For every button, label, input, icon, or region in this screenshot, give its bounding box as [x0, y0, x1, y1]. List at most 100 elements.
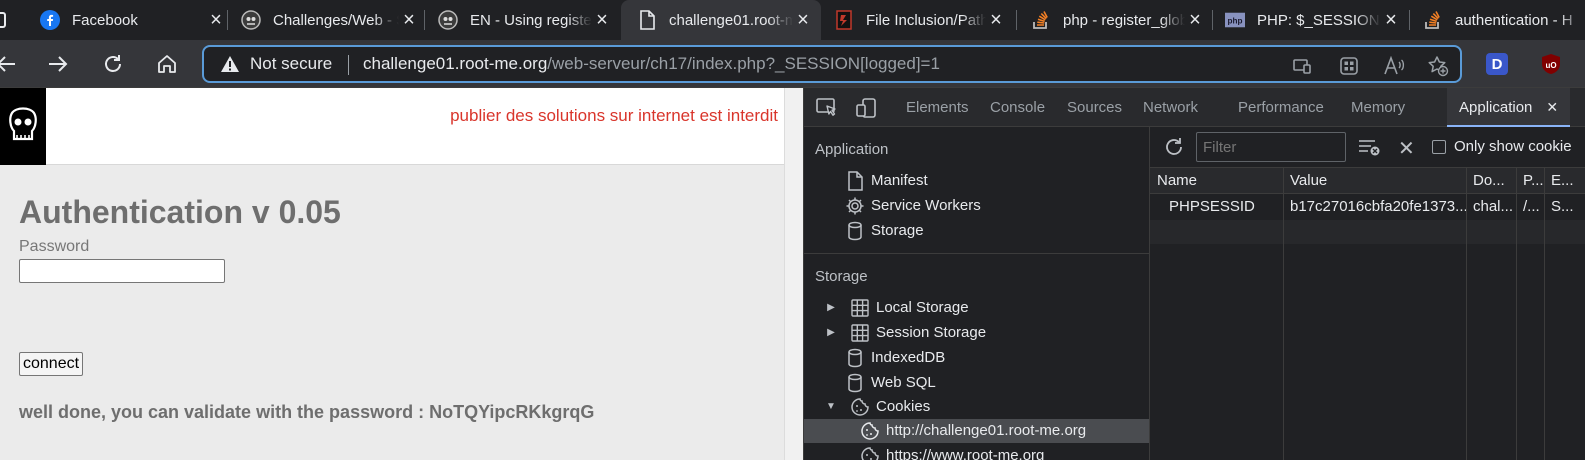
- tab-challenges-web[interactable]: Challenges/Web - S ×: [241, 0, 419, 40]
- only-show-cookies-checkbox[interactable]: Only show cookie: [1432, 138, 1572, 155]
- sidebar-item-manifest[interactable]: Manifest: [845, 168, 928, 193]
- warning-icon[interactable]: [220, 55, 240, 78]
- tab-close-icon[interactable]: ×: [592, 10, 612, 30]
- security-label[interactable]: Not secure: [250, 54, 332, 74]
- password-field[interactable]: [19, 259, 225, 283]
- rootme-icon: [438, 10, 458, 30]
- sidebar-header-application: Application: [815, 141, 889, 158]
- table-empty-row: [1150, 220, 1585, 244]
- sidebar-item-label: Web SQL: [871, 374, 936, 391]
- sidebar-item-local-storage[interactable]: ▶ Local Storage: [824, 295, 969, 320]
- tab-close-icon[interactable]: ×: [1381, 10, 1401, 30]
- sidebar-item-web-sql[interactable]: Web SQL: [845, 370, 936, 395]
- expand-arrow-icon[interactable]: ▶: [824, 302, 838, 313]
- sidebar-item-cookies[interactable]: ▼ Cookies: [824, 394, 930, 419]
- tab-separator: [1016, 10, 1017, 30]
- profile-extension-icon[interactable]: D: [1486, 53, 1508, 75]
- tab-close-icon[interactable]: ×: [1185, 10, 1205, 30]
- expand-arrow-icon[interactable]: ▶: [824, 327, 838, 338]
- gear-icon: [845, 196, 865, 216]
- stackoverflow-icon: [1031, 10, 1051, 30]
- devtools-tab-sources[interactable]: Sources: [1067, 99, 1122, 116]
- ublock-icon[interactable]: uO: [1540, 53, 1562, 80]
- tab-close-icon[interactable]: ×: [986, 10, 1006, 30]
- tab-authentication[interactable]: authentication - H: [1423, 0, 1585, 40]
- column-header-value[interactable]: Value: [1283, 168, 1466, 194]
- sidebar-item-indexeddb[interactable]: IndexedDB: [845, 345, 945, 370]
- tab-php-session[interactable]: php PHP: $_SESSION - M ×: [1225, 0, 1401, 40]
- collapse-arrow-icon[interactable]: ▼: [824, 401, 838, 412]
- tab-close-icon[interactable]: ×: [399, 10, 419, 30]
- devtools-tab-network[interactable]: Network: [1143, 99, 1198, 116]
- devtools-tab-performance[interactable]: Performance: [1238, 99, 1324, 116]
- document-icon: [845, 170, 865, 191]
- warning-banner: publier des solutions sur internet est i…: [450, 106, 778, 125]
- address-bar[interactable]: Not secure challenge01.root-me.org/web-s…: [202, 45, 1462, 83]
- sidebar-item-label: Manifest: [871, 172, 928, 189]
- sidebar-item-cookie-origin[interactable]: https://www.root-me.org: [860, 443, 1044, 460]
- sidebar-item-cookie-origin[interactable]: http://challenge01.root-me.org: [860, 418, 1086, 443]
- cookie-expires-cell[interactable]: S...: [1551, 194, 1585, 220]
- cookie-icon: [860, 421, 880, 441]
- tab-close-icon[interactable]: ×: [793, 10, 813, 30]
- url-text[interactable]: challenge01.root-me.org/web-serveur/ch17…: [363, 54, 940, 74]
- tab-separator: [424, 10, 425, 30]
- devtools-panel: Elements Console Sources Network Perform…: [803, 88, 1585, 460]
- page-header: publier des solutions sur internet est i…: [0, 88, 784, 165]
- column-divider: [1516, 168, 1517, 460]
- tab-php-register-globals[interactable]: php - register_glob ×: [1031, 0, 1205, 40]
- devtools-tab-elements[interactable]: Elements: [906, 99, 969, 116]
- page-scrollbar[interactable]: [784, 88, 803, 460]
- sidebar-item-session-storage[interactable]: ▶ Session Storage: [824, 320, 986, 345]
- tab-title: Challenges/Web - S: [273, 11, 399, 29]
- sidebar-item-service-workers[interactable]: Service Workers: [845, 193, 981, 218]
- sidebar-item-storage[interactable]: Storage: [845, 218, 924, 243]
- app-available-icon[interactable]: [1290, 54, 1314, 78]
- column-header-domain[interactable]: Do...: [1466, 168, 1516, 194]
- close-tab-icon[interactable]: ✕: [1546, 99, 1558, 115]
- tab-separator: [227, 10, 228, 30]
- forward-button[interactable]: [42, 48, 74, 80]
- column-divider: [1466, 168, 1467, 460]
- add-favorite-icon[interactable]: [1426, 54, 1450, 78]
- home-button[interactable]: [151, 48, 183, 80]
- tab-en-using-register[interactable]: EN - Using register_ ×: [438, 0, 612, 40]
- connect-button[interactable]: connect: [19, 352, 84, 376]
- reload-button[interactable]: [97, 48, 129, 80]
- tab-separator: [1409, 10, 1410, 30]
- device-toolbar-icon[interactable]: [856, 98, 878, 123]
- clear-icon[interactable]: ✕: [1398, 136, 1415, 161]
- tab-close-icon[interactable]: ×: [206, 10, 226, 30]
- inspect-element-icon[interactable]: [816, 98, 838, 123]
- devtools-tab-console[interactable]: Console: [990, 99, 1045, 116]
- cookie-path-cell[interactable]: /...: [1523, 194, 1544, 220]
- devtools-tab-application[interactable]: Application ✕: [1447, 88, 1571, 127]
- browser-tab-strip: Facebook × Challenges/Web - S × EN - Usi…: [0, 0, 1585, 40]
- cookie-name-cell[interactable]: PHPSESSID: [1169, 194, 1283, 220]
- tab-facebook[interactable]: Facebook ×: [40, 0, 226, 40]
- checkbox-label: Only show cookie: [1454, 138, 1572, 155]
- facebook-icon: [40, 10, 60, 30]
- refresh-icon[interactable]: [1163, 136, 1185, 163]
- read-aloud-icon[interactable]: [1382, 54, 1406, 78]
- checkbox-box[interactable]: [1432, 139, 1446, 154]
- back-button[interactable]: [0, 48, 22, 80]
- filter-input[interactable]: [1196, 132, 1346, 162]
- rootme-logo[interactable]: [0, 88, 46, 165]
- cookie-value-cell[interactable]: b17c27016cbfa20fe1373...: [1290, 194, 1466, 220]
- devtools-tab-memory[interactable]: Memory: [1351, 99, 1405, 116]
- apps-grid-icon[interactable]: [1337, 54, 1361, 78]
- tab-challenge01-active[interactable]: challenge01.root-me ×: [621, 0, 821, 40]
- sidebar-item-label: http://challenge01.root-me.org: [886, 422, 1087, 439]
- cookie-domain-cell[interactable]: chal...: [1473, 194, 1516, 220]
- sidebar-item-label: Local Storage: [876, 299, 969, 316]
- sidebar-item-label: https://www.root-me.org: [886, 447, 1045, 460]
- tab-file-inclusion[interactable]: File Inclusion/Path ×: [834, 0, 1006, 40]
- column-header-expires[interactable]: E...: [1544, 168, 1585, 194]
- profile-letter: D: [1491, 55, 1503, 73]
- column-header-path[interactable]: P...: [1516, 168, 1544, 194]
- column-header-name[interactable]: Name: [1150, 168, 1283, 194]
- clear-filtered-icon[interactable]: [1358, 137, 1382, 162]
- tab-actions-icon[interactable]: [0, 12, 6, 28]
- tab-title: PHP: $_SESSION - M: [1257, 11, 1381, 29]
